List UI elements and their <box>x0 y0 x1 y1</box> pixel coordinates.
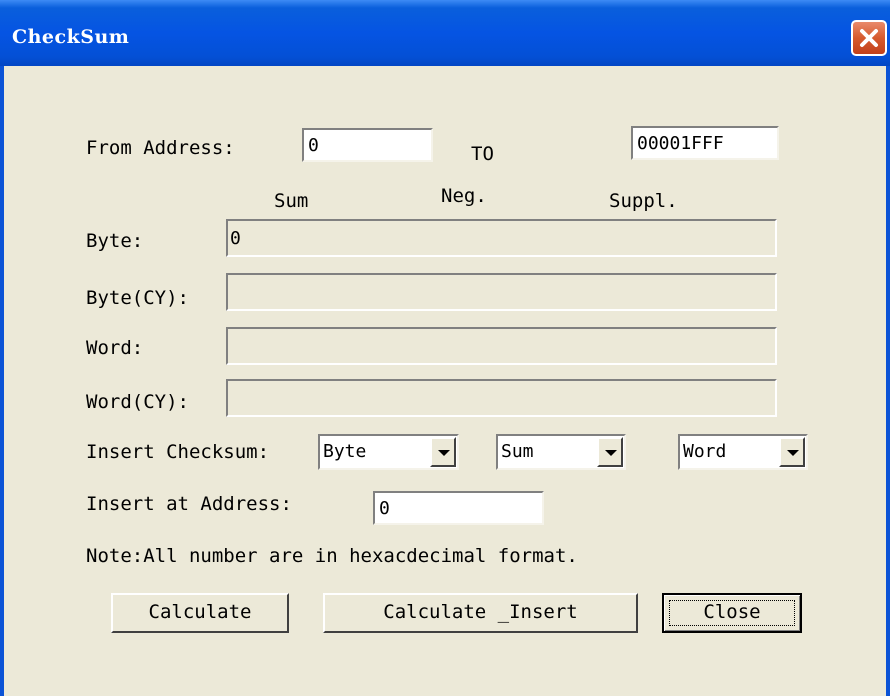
from-address-label: From Address: <box>86 137 235 159</box>
close-x-icon <box>860 29 878 47</box>
window-border-right <box>886 66 890 696</box>
checksum-size-select[interactable]: Byte <box>318 434 459 470</box>
word-cy-label: Word(CY): <box>86 391 189 413</box>
insert-address-label: Insert at Address: <box>86 493 292 515</box>
neg-column-header: Neg. <box>441 185 487 207</box>
word-label: Word: <box>86 337 144 359</box>
focus-rectangle <box>669 600 795 626</box>
checksum-unit-value: Word <box>683 441 727 462</box>
word-cy-checksum-field <box>226 379 777 417</box>
checksum-type-select[interactable]: Sum <box>496 434 626 470</box>
calculate-button[interactable]: Calculate <box>111 593 289 633</box>
from-address-input[interactable]: 0 <box>302 128 433 162</box>
word-checksum-field <box>226 327 777 365</box>
window-border-left <box>0 66 4 696</box>
sum-column-header: Sum <box>274 190 309 212</box>
checksum-size-value: Byte <box>323 441 367 462</box>
byte-label: Byte: <box>86 230 144 252</box>
suppl-column-header: Suppl. <box>609 190 678 212</box>
calculate-insert-button[interactable]: Calculate _Insert <box>323 593 638 633</box>
title-bar[interactable]: CheckSum <box>0 0 890 66</box>
window-close-button[interactable] <box>851 20 887 56</box>
chevron-down-icon[interactable] <box>430 437 456 467</box>
hex-format-note: Note:All number are in hexacdecimal form… <box>86 545 578 567</box>
chevron-down-icon[interactable] <box>779 437 805 467</box>
chevron-down-icon[interactable] <box>597 437 623 467</box>
insert-checksum-label: Insert Checksum: <box>86 441 270 463</box>
to-label: TO <box>471 143 494 165</box>
byte-checksum-field: 0 <box>226 219 777 257</box>
checksum-unit-select[interactable]: Word <box>678 434 808 470</box>
byte-cy-label: Byte(CY): <box>86 287 189 309</box>
close-button[interactable]: Close <box>662 593 802 633</box>
to-address-input[interactable]: 00001FFF <box>631 126 779 160</box>
checksum-type-value: Sum <box>501 441 534 462</box>
insert-address-input[interactable]: 0 <box>373 491 544 525</box>
window-title: CheckSum <box>12 26 130 48</box>
byte-cy-checksum-field <box>226 273 777 311</box>
